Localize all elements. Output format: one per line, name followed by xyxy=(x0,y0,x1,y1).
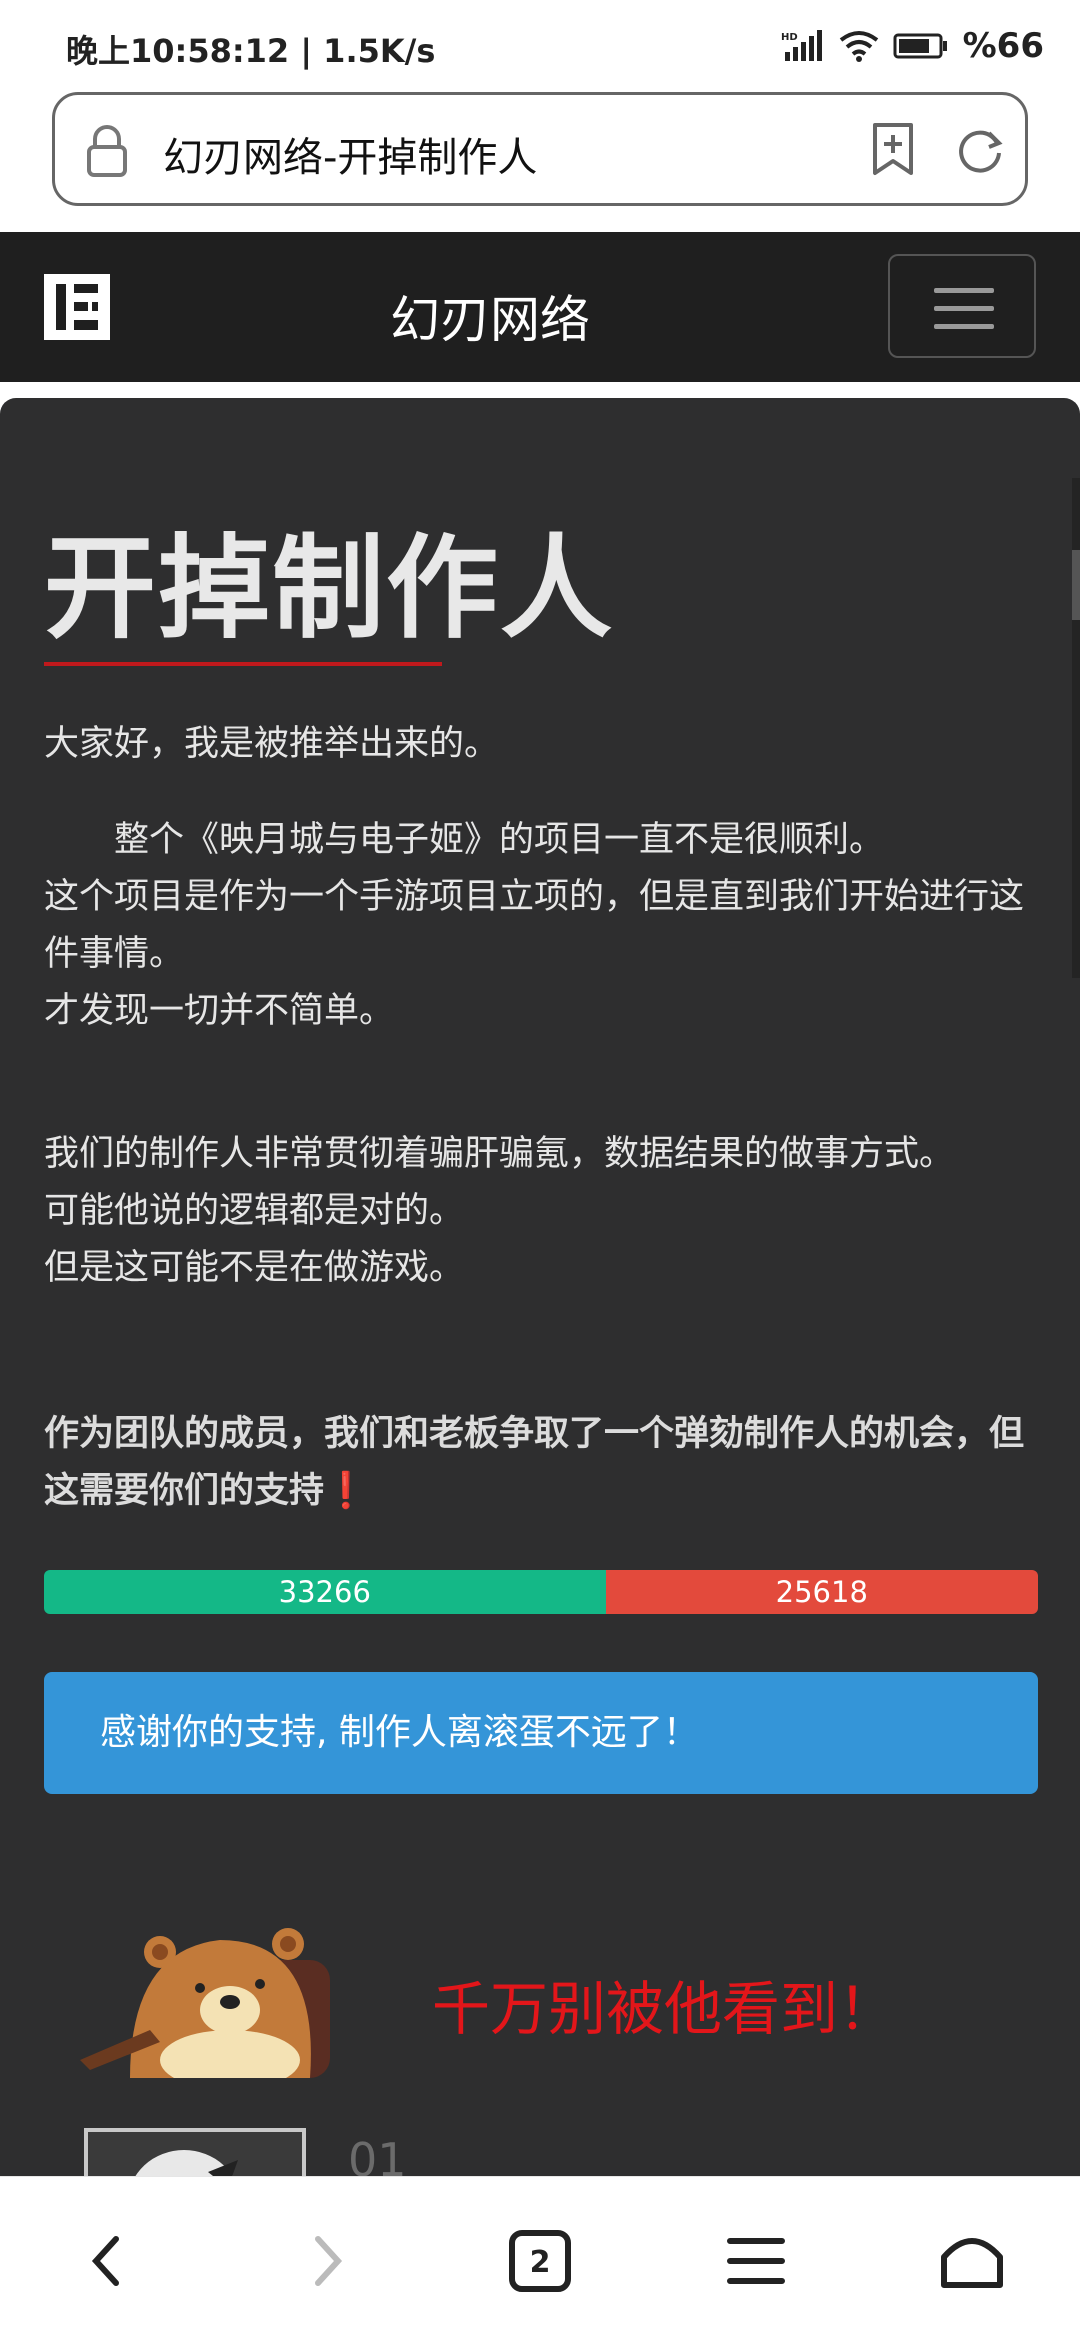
wifi-icon xyxy=(839,31,878,62)
network-speed: 1.5K/s xyxy=(323,32,436,70)
paragraph-line: 我们的制作人非常贯彻着骗肝骗氪，数据结果的做事方式。 xyxy=(44,1134,955,1174)
paragraph-producer: 我们的制作人非常贯彻着骗肝骗氪，数据结果的做事方式。 可能他说的逻辑都是对的。 … xyxy=(44,1126,1034,1297)
vote-oppose-segment: 25618 xyxy=(605,1570,1038,1614)
signal-hd-label: HD xyxy=(781,32,798,43)
browser-toolbar: 幻刃网络-开掉制作人 xyxy=(0,90,1080,232)
home-icon[interactable] xyxy=(932,2221,1012,2301)
paragraph-line: 但是这可能不是在做游戏。 xyxy=(44,1248,465,1288)
url-title[interactable]: 幻刃网络-开掉制作人 xyxy=(163,125,537,183)
back-icon[interactable] xyxy=(68,2221,148,2301)
warning-text: 千万别被他看到！ xyxy=(432,1975,897,2043)
paragraph-line: 这个项目是作为一个手游项目立项的，但是直到我们开始进行这件事情。 xyxy=(44,877,1025,974)
status-bar: 晚上10:58:12 | 1.5K/s HD %66 xyxy=(0,0,1080,90)
paragraph-line: 整个《映月城与电子姬》的项目一直不是很顺利。 xyxy=(44,820,885,860)
battery-icon xyxy=(893,33,947,59)
menu-icon xyxy=(934,306,994,311)
vote-oppose-count: 25618 xyxy=(775,1575,868,1609)
signal-icon: HD xyxy=(781,30,822,61)
producer-thumbnail[interactable] xyxy=(84,2128,306,2178)
title-divider xyxy=(44,662,442,666)
browser-bottom-nav: 2 xyxy=(0,2176,1080,2340)
page-title: 开掉制作人 xyxy=(44,524,614,654)
status-icons: HD %66 xyxy=(781,26,1044,66)
scrollbar-thumb[interactable] xyxy=(1072,550,1080,620)
thanks-alert: 感谢你的支持, 制作人离滚蛋不远了！ xyxy=(44,1672,1038,1794)
browser-menu-icon[interactable] xyxy=(716,2221,796,2301)
site-title[interactable]: 幻刃网络 xyxy=(0,280,980,352)
exclamation-icon: ❗ xyxy=(324,1471,368,1511)
item-number: 01 xyxy=(348,2133,407,2178)
callout-text: 作为团队的成员，我们和老板争取了一个弹劾制作人的机会，但这需要你们的支持❗ xyxy=(44,1406,1034,1520)
paragraph-intro: 大家好，我是被推举出来的。 xyxy=(44,724,500,764)
vote-support-count: 33266 xyxy=(278,1575,371,1609)
vote-progress-bar: 33266 25618 xyxy=(44,1570,1038,1614)
menu-icon xyxy=(934,324,994,329)
tabs-icon[interactable]: 2 xyxy=(500,2221,580,2301)
site-header: 幻刃网络 xyxy=(0,232,1080,382)
article-content: 开掉制作人 大家好，我是被推举出来的。 整个《映月城与电子姬》的项目一直不是很顺… xyxy=(0,398,1080,2178)
forward-icon[interactable] xyxy=(286,2221,366,2301)
status-time: 晚上10:58:12 xyxy=(66,32,290,70)
paragraph-line: 才发现一切并不简单。 xyxy=(44,991,395,1031)
address-bar[interactable]: 幻刃网络-开掉制作人 xyxy=(52,92,1028,206)
paragraph-line: 可能他说的逻辑都是对的。 xyxy=(44,1191,465,1231)
vote-support-segment: 33266 xyxy=(44,1570,606,1614)
bookmark-add-icon[interactable] xyxy=(869,121,917,177)
reload-icon[interactable] xyxy=(953,123,1007,177)
lock-icon[interactable] xyxy=(85,123,129,177)
avatar-image xyxy=(134,2150,238,2178)
callout-body: 作为团队的成员，我们和老板争取了一个弹劾制作人的机会，但这需要你们的支持 xyxy=(44,1414,1025,1511)
battery-level: %66 xyxy=(962,26,1044,66)
menu-icon xyxy=(934,288,994,293)
status-time-speed: 晚上10:58:12 | 1.5K/s xyxy=(66,32,436,70)
menu-toggle-button[interactable] xyxy=(888,254,1036,358)
paragraph-project: 整个《映月城与电子姬》的项目一直不是很顺利。 这个项目是作为一个手游项目立项的，… xyxy=(44,812,1034,1040)
tab-count: 2 xyxy=(530,2245,551,2280)
bear-mascot-image xyxy=(80,1928,330,2078)
